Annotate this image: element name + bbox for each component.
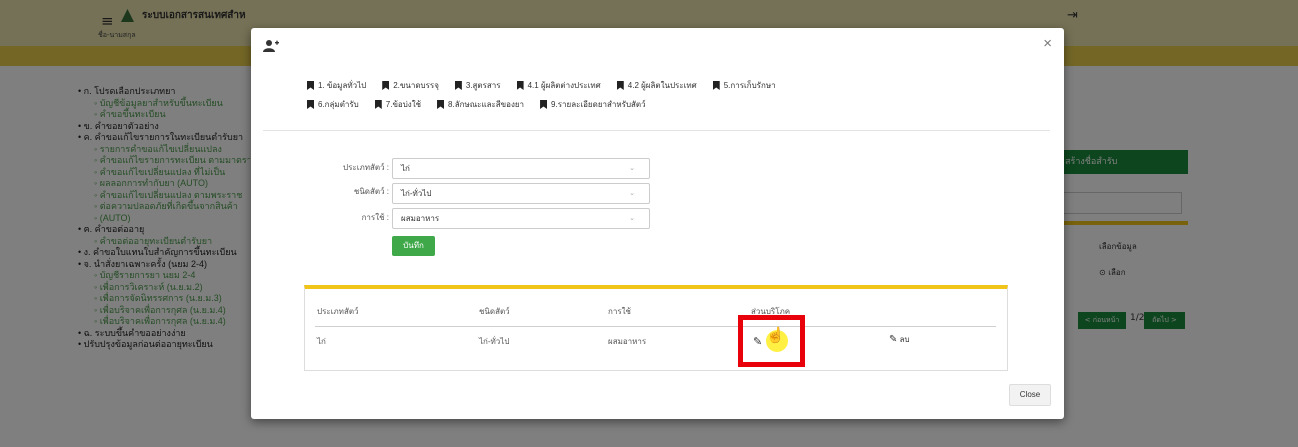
save-button[interactable]: บันทึก bbox=[392, 236, 435, 256]
tab-label: 3.สูตรสาร bbox=[465, 81, 501, 90]
chevron-down-icon: ⌄ bbox=[629, 190, 635, 197]
section-tab[interactable]: 9.รายละเอียดยาสำหรับสัตว์ bbox=[540, 98, 646, 111]
tab-row: 6.กลุ่มตำรับ 7.ข้อบ่งใช้ 8.ลักษณะและสีของย… bbox=[307, 95, 1007, 114]
bookmark-icon bbox=[712, 81, 720, 90]
bookmark-icon bbox=[437, 100, 445, 109]
hand-pointer-icon: ☝ bbox=[766, 327, 785, 344]
close-icon[interactable]: × bbox=[1043, 35, 1052, 52]
bookmark-icon bbox=[307, 100, 314, 109]
column-header-usage: การใช้ bbox=[608, 307, 631, 316]
close-button[interactable]: Close bbox=[1009, 384, 1051, 406]
pencil-icon: ✎ bbox=[889, 334, 898, 345]
add-user-icon bbox=[263, 40, 279, 52]
animal-kind-value: ไก่-ทั่วไป bbox=[401, 189, 432, 198]
section-tab[interactable]: 6.กลุ่มตำรับ bbox=[307, 98, 359, 111]
animal-type-value: ไก่ bbox=[401, 164, 410, 173]
animal-type-select[interactable]: ไก่ ⌄ bbox=[392, 158, 650, 179]
section-tab[interactable]: 5.การเก็บรักษา bbox=[712, 79, 776, 92]
tab-label: 4.1 ผู้ผลิตต่างประเทศ bbox=[527, 81, 601, 90]
tab-label: 5.การเก็บรักษา bbox=[723, 81, 776, 90]
animal-kind-select[interactable]: ไก่-ทั่วไป ⌄ bbox=[392, 183, 650, 204]
tab-label: 7.ข้อบ่งใช้ bbox=[385, 100, 422, 109]
section-tab[interactable]: 3.สูตรสาร bbox=[454, 79, 501, 92]
section-tab[interactable]: 8.ลักษณะและสีของยา bbox=[437, 98, 524, 111]
usage-label: การใช้ : bbox=[361, 213, 389, 222]
section-tab[interactable]: 2.ขนาดบรรจุ bbox=[382, 79, 439, 92]
usage-value: ผสมอาหาร bbox=[401, 214, 440, 223]
column-header-animal-type: ประเภทสัตว์ bbox=[317, 307, 359, 316]
animal-kind-label: ชนิดสัตว์ : bbox=[353, 187, 389, 196]
bookmark-icon bbox=[516, 81, 524, 90]
divider bbox=[263, 130, 1050, 131]
tab-label: 4.2 ผู้ผลิตในประเทศ bbox=[627, 81, 697, 90]
section-tab[interactable]: 7.ข้อบ่งใช้ bbox=[374, 98, 422, 111]
animal-drug-detail-modal: × 1. ข้อมูลทั่วไป 2.ขนาดบรรจุ 3.สูตรสาร 4.1… bbox=[251, 28, 1064, 419]
section-tabs: 1. ข้อมูลทั่วไป 2.ขนาดบรรจุ 3.สูตรสาร 4.1 ผ… bbox=[307, 76, 1007, 114]
section-tab[interactable]: 1. ข้อมูลทั่วไป bbox=[307, 79, 366, 92]
tab-label: 2.ขนาดบรรจุ bbox=[393, 81, 439, 90]
cell-animal-kind: ไก่-ทั่วไป bbox=[479, 337, 510, 346]
cell-usage: ผสมอาหาร bbox=[608, 337, 647, 346]
tab-row: 1. ข้อมูลทั่วไป 2.ขนาดบรรจุ 3.สูตรสาร 4.1 ผ… bbox=[307, 76, 1007, 95]
tab-label: 6.กลุ่มตำรับ bbox=[318, 100, 359, 109]
column-header-animal-kind: ชนิดสัตว์ bbox=[479, 307, 510, 316]
bookmark-icon bbox=[454, 81, 462, 90]
bookmark-icon bbox=[382, 81, 390, 90]
section-tab[interactable]: 4.2 ผู้ผลิตในประเทศ bbox=[616, 79, 697, 92]
animal-usage-table: ประเภทสัตว์ ชนิดสัตว์ การใช้ ส่วนบริโภค … bbox=[304, 285, 1008, 371]
delete-row-button[interactable]: ✎ ลบ bbox=[889, 333, 910, 346]
bookmark-icon bbox=[616, 81, 624, 90]
animal-type-label: ประเภทสัตว์ : bbox=[343, 163, 389, 172]
usage-select[interactable]: ผสมอาหาร ⌄ bbox=[392, 208, 650, 229]
bookmark-icon bbox=[307, 81, 314, 90]
column-header-consumption-part: ส่วนบริโภค bbox=[751, 307, 791, 316]
delete-label: ลบ bbox=[899, 335, 910, 344]
chevron-down-icon: ⌄ bbox=[629, 215, 635, 222]
cell-animal-type: ไก่ bbox=[317, 337, 326, 346]
bookmark-icon bbox=[374, 100, 382, 109]
tab-label: 9.รายละเอียดยาสำหรับสัตว์ bbox=[551, 100, 646, 109]
header-divider bbox=[315, 326, 996, 327]
bookmark-icon bbox=[540, 100, 548, 109]
chevron-down-icon: ⌄ bbox=[629, 165, 635, 172]
section-tab[interactable]: 4.1 ผู้ผลิตต่างประเทศ bbox=[516, 79, 601, 92]
tab-label: 8.ลักษณะและสีของยา bbox=[448, 100, 525, 109]
tab-label: 1. ข้อมูลทั่วไป bbox=[318, 81, 367, 90]
edit-consumption-pencil-icon[interactable]: ✎ bbox=[753, 335, 762, 348]
